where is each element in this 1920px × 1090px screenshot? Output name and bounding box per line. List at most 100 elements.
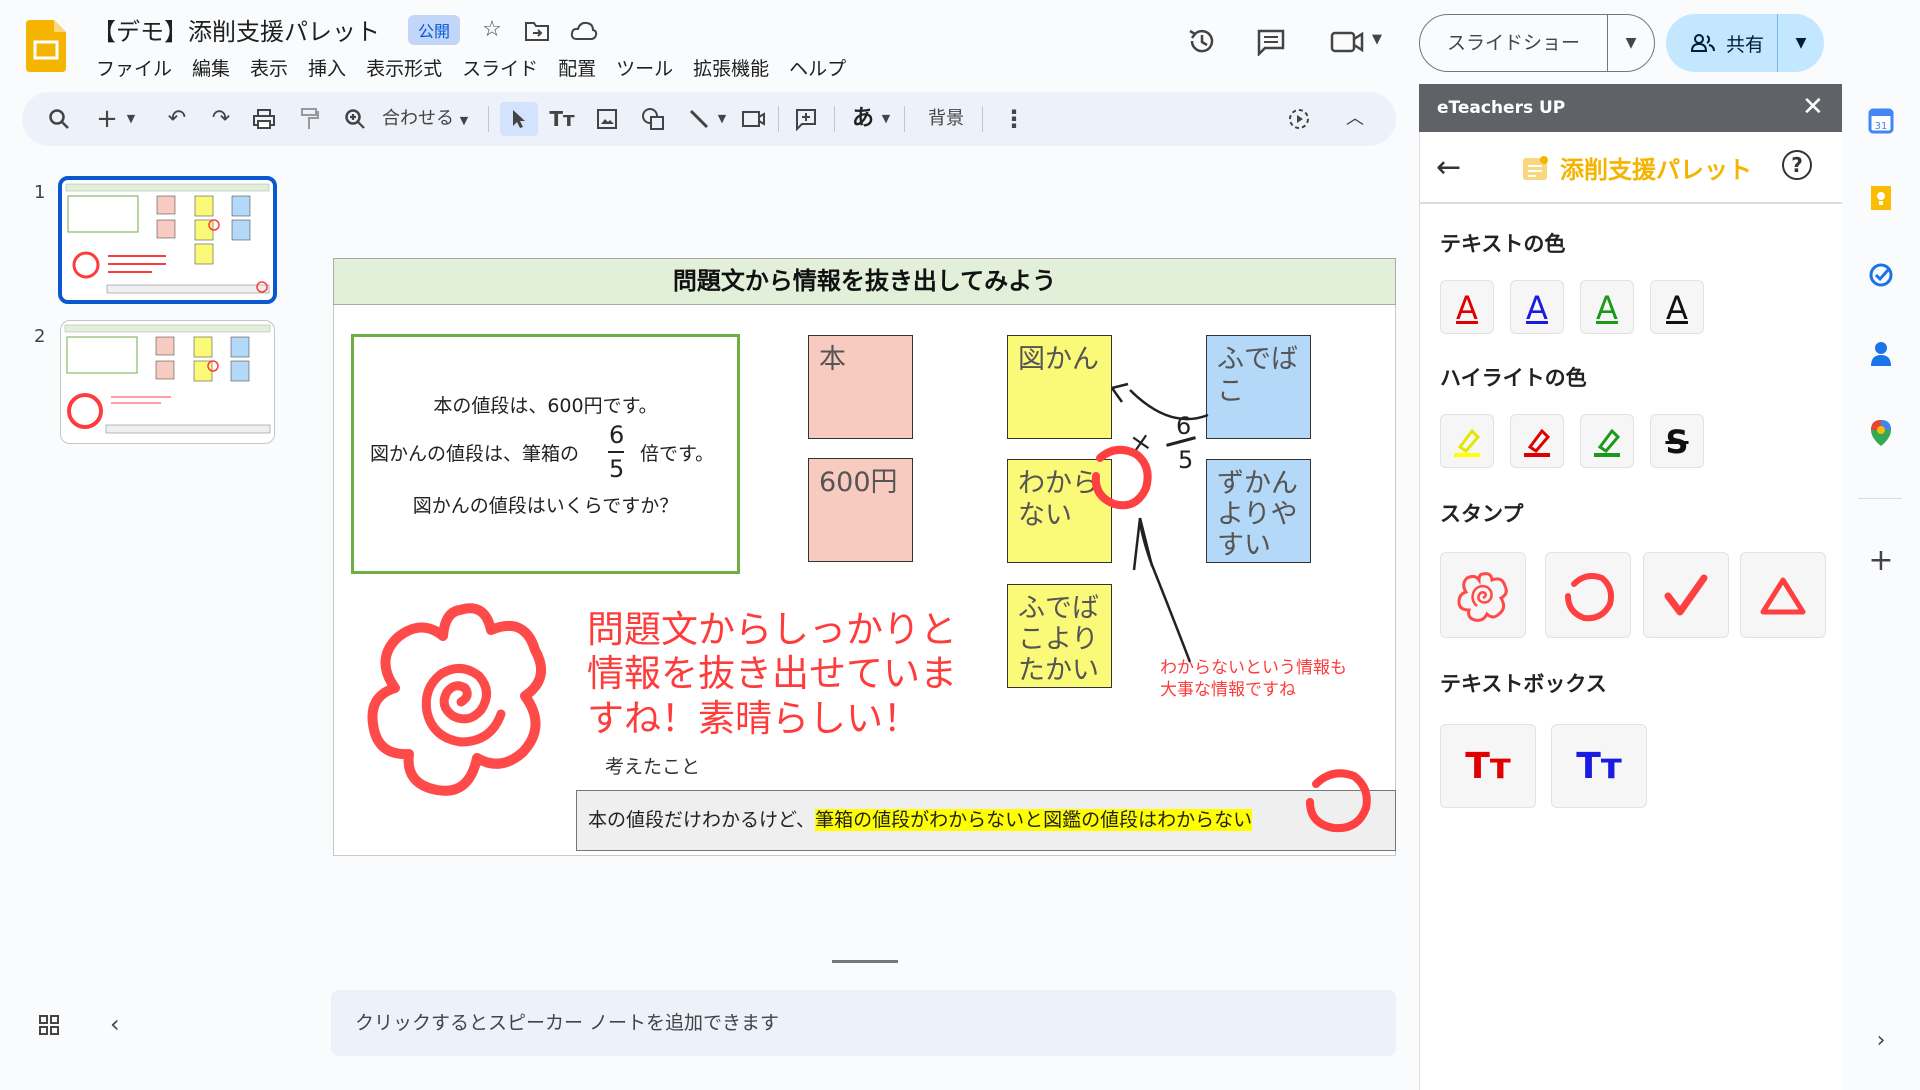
check-stamp-button[interactable]	[1643, 552, 1729, 638]
star-icon[interactable]: ☆	[478, 16, 506, 44]
red-circle-stamp-large[interactable]	[1300, 764, 1374, 836]
zoom-icon[interactable]	[340, 102, 370, 136]
thought-text-box[interactable]: 本の値段だけわかるけど、筆箱の値段がわからないと図鑑の値段はわからない	[576, 790, 1396, 851]
insert-image-icon[interactable]	[592, 102, 622, 136]
print-icon[interactable]	[248, 102, 280, 136]
sticky-note-zukan[interactable]: 図かん	[1007, 335, 1112, 439]
highlighter-red-icon	[1524, 428, 1551, 457]
highlight-green-button[interactable]	[1580, 414, 1634, 468]
menu-view[interactable]: 表示	[240, 52, 298, 83]
insert-video-icon[interactable]	[738, 102, 768, 136]
panel-app-name: eTeachers UP	[1419, 84, 1842, 132]
text-color-black-button[interactable]: A	[1650, 280, 1704, 334]
menu-extensions[interactable]: 拡張機能	[683, 52, 779, 83]
strikethrough-button[interactable]: S	[1650, 414, 1704, 468]
slide-thumbnail-2[interactable]	[60, 320, 275, 444]
teacher-comment[interactable]: 問題文からしっかりと情報を抜き出せていますね！素晴らしい！	[587, 608, 957, 741]
text-color-blue-button[interactable]: A	[1510, 280, 1564, 334]
contacts-icon[interactable]	[1864, 340, 1898, 374]
grid-view-icon[interactable]	[38, 1014, 60, 1042]
slide-title[interactable]: 問題文から情報を抜き出してみよう	[333, 258, 1396, 305]
collapse-filmstrip-icon[interactable]: ‹	[110, 1010, 120, 1038]
highlight-red-button[interactable]	[1510, 414, 1564, 468]
menu-file[interactable]: ファイル	[86, 52, 182, 83]
line-icon[interactable]	[684, 102, 714, 136]
sticky-note-fudebako-yori-takai[interactable]: ふでばこより たかい	[1007, 584, 1112, 688]
notes-resize-handle[interactable]	[832, 960, 898, 963]
paint-format-icon[interactable]	[294, 102, 324, 136]
menu-edit[interactable]: 編集	[182, 52, 240, 83]
calendar-icon[interactable]: 31	[1864, 108, 1898, 142]
undo-icon[interactable]: ↶	[162, 102, 192, 136]
keep-icon[interactable]	[1864, 184, 1898, 218]
text-color-red-button[interactable]: A	[1440, 280, 1494, 334]
text-color-green-button[interactable]: A	[1580, 280, 1634, 334]
triangle-stamp-button[interactable]	[1740, 552, 1826, 638]
share-button[interactable]: 共有 ▼	[1666, 14, 1824, 72]
checkmark-stamp-icon	[1664, 574, 1708, 616]
tasks-icon[interactable]	[1864, 262, 1898, 296]
history-icon[interactable]	[1186, 26, 1216, 56]
ime-input-icon[interactable]: あ	[848, 102, 878, 136]
red-flower-stamp[interactable]	[365, 596, 555, 806]
shape-icon[interactable]	[638, 102, 668, 136]
share-dropdown-icon[interactable]: ▼	[1778, 35, 1824, 51]
sticky-note-hon[interactable]: 本	[808, 335, 913, 439]
red-circle-stamp-small[interactable]	[1086, 440, 1156, 516]
slideshow-label[interactable]: スライドショー	[1420, 15, 1608, 71]
more-options-icon[interactable]: ⋮	[1002, 102, 1026, 136]
public-badge[interactable]: 公開	[408, 15, 461, 45]
back-arrow-icon[interactable]: ←	[1436, 150, 1461, 185]
slideshow-button[interactable]: スライドショー ▼	[1419, 14, 1655, 72]
teacher-small-comment[interactable]: わからないという情報も 大事な情報ですね	[1160, 657, 1347, 701]
maps-icon[interactable]	[1864, 418, 1898, 452]
slides-logo-icon[interactable]	[26, 20, 66, 72]
ime-dropdown-icon[interactable]: ▼	[878, 102, 894, 136]
background-button[interactable]: 背景	[928, 102, 964, 136]
add-comment-icon[interactable]	[790, 102, 822, 136]
speaker-notes[interactable]: クリックするとスピーカー ノートを追加できます	[331, 990, 1396, 1056]
slide-thumbnail-1[interactable]	[58, 176, 277, 304]
thought-text-plain: 本の値段だけわかるけど、	[588, 809, 816, 831]
flower-stamp-button[interactable]	[1440, 552, 1526, 638]
menu-insert[interactable]: 挿入	[298, 52, 356, 83]
problem-line-1: 本の値段は、600円です。	[433, 395, 658, 417]
search-menus-icon[interactable]	[42, 102, 76, 136]
red-textbox-button[interactable]: Tт	[1440, 724, 1536, 808]
new-slide-icon[interactable]: +	[92, 102, 122, 136]
collapse-toolbar-icon[interactable]: ︿	[1340, 102, 1370, 136]
zoom-fit-select[interactable]: 合わせる ▼	[382, 102, 468, 138]
sticky-note-600yen[interactable]: 600円	[808, 458, 913, 562]
slideshow-dropdown-icon[interactable]: ▼	[1608, 35, 1654, 51]
select-cursor-icon[interactable]	[500, 102, 538, 136]
close-icon[interactable]: ✕	[1802, 92, 1824, 122]
text-box-icon[interactable]: Tт	[546, 102, 578, 136]
meet-dropdown-icon[interactable]: ▼	[1372, 32, 1382, 47]
menu-tools[interactable]: ツール	[606, 52, 683, 83]
line-dropdown-icon[interactable]: ▼	[714, 102, 730, 136]
circle-stamp-button[interactable]	[1545, 552, 1631, 638]
expand-panel-icon[interactable]: ›	[1864, 1024, 1898, 1058]
problem-text-box[interactable]: 本の値段は、600円です。 図かんの値段は、筆箱の 6 5 倍です。 図かんの値…	[351, 334, 740, 574]
motion-icon[interactable]	[1282, 102, 1316, 136]
redo-icon[interactable]: ↷	[206, 102, 236, 136]
menu-arrange[interactable]: 配置	[548, 52, 606, 83]
blue-textbox-button[interactable]: Tт	[1551, 724, 1647, 808]
help-icon[interactable]: ?	[1782, 150, 1812, 180]
thought-label[interactable]: 考えたこと	[605, 752, 700, 779]
document-title[interactable]: 【デモ】添削支援パレット	[92, 12, 380, 47]
add-addon-icon[interactable]: +	[1864, 544, 1898, 578]
menu-help[interactable]: ヘルプ	[779, 52, 856, 83]
meet-video-icon[interactable]	[1330, 30, 1366, 54]
thumbnail-number: 2	[34, 326, 46, 347]
highlight-yellow-button[interactable]	[1440, 414, 1494, 468]
menu-format[interactable]: 表示形式	[356, 52, 452, 83]
circle-stamp-icon	[1565, 573, 1614, 622]
move-folder-icon[interactable]	[524, 20, 550, 42]
cloud-saved-icon[interactable]	[570, 20, 598, 42]
comment-icon[interactable]	[1256, 28, 1286, 56]
rail-divider	[1858, 498, 1902, 499]
new-slide-dropdown-icon[interactable]: ▼	[122, 102, 140, 136]
menu-slide[interactable]: スライド	[452, 52, 548, 83]
handwritten-arrows[interactable]	[1100, 370, 1230, 670]
